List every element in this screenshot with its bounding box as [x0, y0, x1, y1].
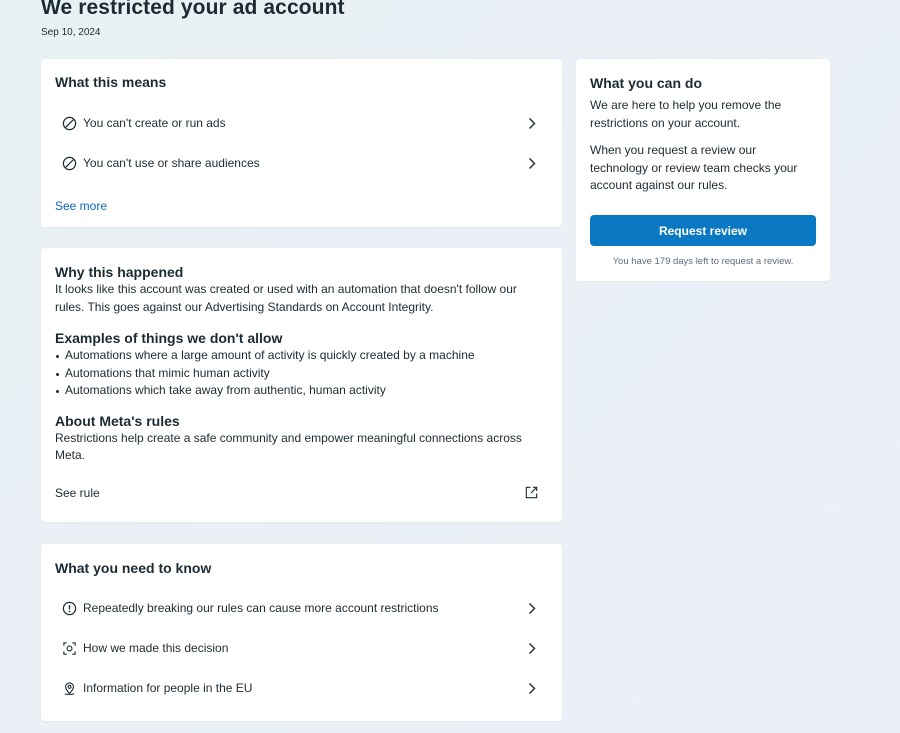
- external-link-icon: [524, 485, 540, 501]
- restriction-date: Sep 10, 2024: [41, 27, 101, 38]
- what-this-means-card: What this means You can't create or run …: [41, 59, 562, 227]
- examples-list: Automations where a large amount of acti…: [55, 347, 540, 400]
- chevron-right-icon: [526, 641, 538, 655]
- why-this-happened-text: It looks like this account was created o…: [55, 282, 517, 314]
- see-more-link[interactable]: See more: [55, 199, 107, 213]
- chevron-right-icon: [526, 116, 538, 130]
- need-to-know-card: What you need to know Repeatedly breakin…: [41, 544, 562, 721]
- examples-title: Examples of things we don't allow: [55, 330, 283, 346]
- what-this-means-title: What this means: [55, 74, 167, 90]
- what-you-can-do-title: What you can do: [590, 75, 702, 91]
- list-item: Automations where a large amount of acti…: [55, 347, 540, 365]
- see-rule-link[interactable]: See rule: [41, 473, 562, 513]
- need-to-know-item-eu[interactable]: Information for people in the EU: [41, 668, 562, 708]
- chevron-right-icon: [526, 156, 538, 170]
- need-to-know-label: Repeatedly breaking our rules can cause …: [83, 601, 439, 615]
- what-you-can-do-card: What you can do We are here to help you …: [576, 59, 830, 281]
- need-to-know-label: How we made this decision: [83, 641, 229, 655]
- sidebar-help-text: We are here to help you remove the restr…: [590, 98, 782, 130]
- need-to-know-item-decision[interactable]: How we made this decision: [41, 628, 562, 668]
- sidebar-review-text: When you request a review our technology…: [590, 143, 798, 192]
- list-item: Automations which take away from authent…: [55, 382, 540, 400]
- scan-icon: [61, 640, 77, 656]
- restriction-item-label: You can't create or run ads: [83, 116, 226, 130]
- prohibited-icon: [61, 115, 77, 131]
- why-this-happened-card: Why this happened It looks like this acc…: [41, 248, 562, 522]
- restriction-item-audiences[interactable]: You can't use or share audiences: [41, 143, 562, 183]
- request-review-button[interactable]: Request review: [590, 215, 816, 246]
- chevron-right-icon: [526, 601, 538, 615]
- restriction-item-create-ads[interactable]: You can't create or run ads: [41, 103, 562, 143]
- restriction-item-label: You can't use or share audiences: [83, 156, 260, 170]
- prohibited-icon: [61, 155, 77, 171]
- why-this-happened-title: Why this happened: [55, 264, 184, 280]
- location-pin-icon: [61, 680, 77, 696]
- need-to-know-title: What you need to know: [55, 560, 212, 576]
- see-rule-label: See rule: [55, 486, 100, 500]
- need-to-know-label: Information for people in the EU: [83, 681, 253, 695]
- review-days-left-note: You have 179 days left to request a revi…: [612, 256, 794, 267]
- chevron-right-icon: [526, 681, 538, 695]
- about-rules-title: About Meta's rules: [55, 412, 180, 429]
- list-item: Automations that mimic human activity: [55, 365, 540, 383]
- about-rules-text: Restrictions help create a safe communit…: [55, 430, 522, 463]
- need-to-know-item-repeated-violations[interactable]: Repeatedly breaking our rules can cause …: [41, 588, 562, 628]
- alert-circle-icon: [61, 600, 77, 616]
- page-title: We restricted your ad account: [41, 0, 345, 19]
